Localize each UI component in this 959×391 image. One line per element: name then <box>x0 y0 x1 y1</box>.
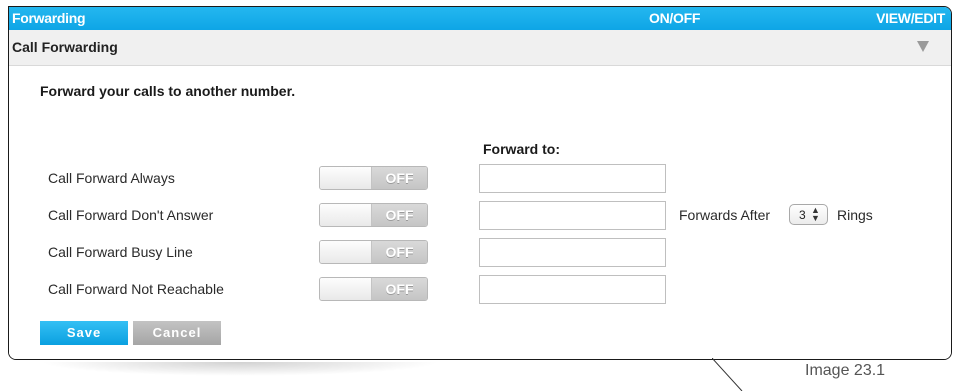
rings-label: Rings <box>837 207 873 223</box>
toggle-knob <box>320 241 372 263</box>
save-button[interactable]: Save <box>40 321 128 345</box>
forward-always-toggle[interactable]: OFF <box>319 166 428 190</box>
section-title: Call Forwarding <box>12 39 118 55</box>
intro-text: Forward your calls to another number. <box>40 83 296 99</box>
forward-to-heading: Forward to: <box>483 141 560 157</box>
forward-not-reachable-number-input[interactable] <box>479 275 666 304</box>
toggle-state-label: OFF <box>372 278 427 300</box>
forward-row-always: Call Forward Always OFF <box>9 164 951 194</box>
triangle-down-icon[interactable] <box>917 41 929 52</box>
row-label: Call Forward Don't Answer <box>48 207 214 223</box>
updown-arrows-icon: ▲ ▼ <box>811 205 820 223</box>
forward-row-busy: Call Forward Busy Line OFF <box>9 238 951 268</box>
forward-row-not-reachable: Call Forward Not Reachable OFF <box>9 275 951 305</box>
forward-not-reachable-toggle[interactable]: OFF <box>319 277 428 301</box>
viewedit-column-header[interactable]: VIEW/EDIT <box>876 10 945 26</box>
row-label: Call Forward Always <box>48 170 175 186</box>
feature-title: Forwarding <box>12 10 86 26</box>
call-forwarding-panel: Forwarding ON/OFF VIEW/EDIT Call Forward… <box>8 6 952 360</box>
toggle-state-label: OFF <box>372 241 427 263</box>
row-label: Call Forward Not Reachable <box>48 281 224 297</box>
forward-dont-answer-toggle[interactable]: OFF <box>319 203 428 227</box>
toggle-state-label: OFF <box>372 204 427 226</box>
toggle-knob <box>320 204 372 226</box>
rings-select[interactable]: 3 ▲ ▼ <box>789 204 828 225</box>
onoff-column-header: ON/OFF <box>649 10 701 26</box>
toggle-knob <box>320 167 372 189</box>
forward-busy-toggle[interactable]: OFF <box>319 240 428 264</box>
toggle-state-label: OFF <box>372 167 427 189</box>
cancel-button[interactable]: Cancel <box>133 321 221 345</box>
section-header[interactable]: Call Forwarding <box>9 30 951 66</box>
forward-always-number-input[interactable] <box>479 164 666 193</box>
forward-row-dont-answer: Call Forward Don't Answer OFF Forwards A… <box>9 201 951 231</box>
feature-header-bar: Forwarding ON/OFF VIEW/EDIT <box>9 7 951 30</box>
toggle-knob <box>320 278 372 300</box>
image-caption: Image 23.1 <box>805 362 886 379</box>
section-content: Forward your calls to another number. Fo… <box>9 66 951 359</box>
forward-busy-number-input[interactable] <box>479 238 666 267</box>
forward-dont-answer-number-input[interactable] <box>479 201 666 230</box>
row-label: Call Forward Busy Line <box>48 244 193 260</box>
rings-value: 3 <box>799 208 806 222</box>
forwards-after-label: Forwards After <box>679 207 771 223</box>
panel-shadow <box>40 362 440 376</box>
